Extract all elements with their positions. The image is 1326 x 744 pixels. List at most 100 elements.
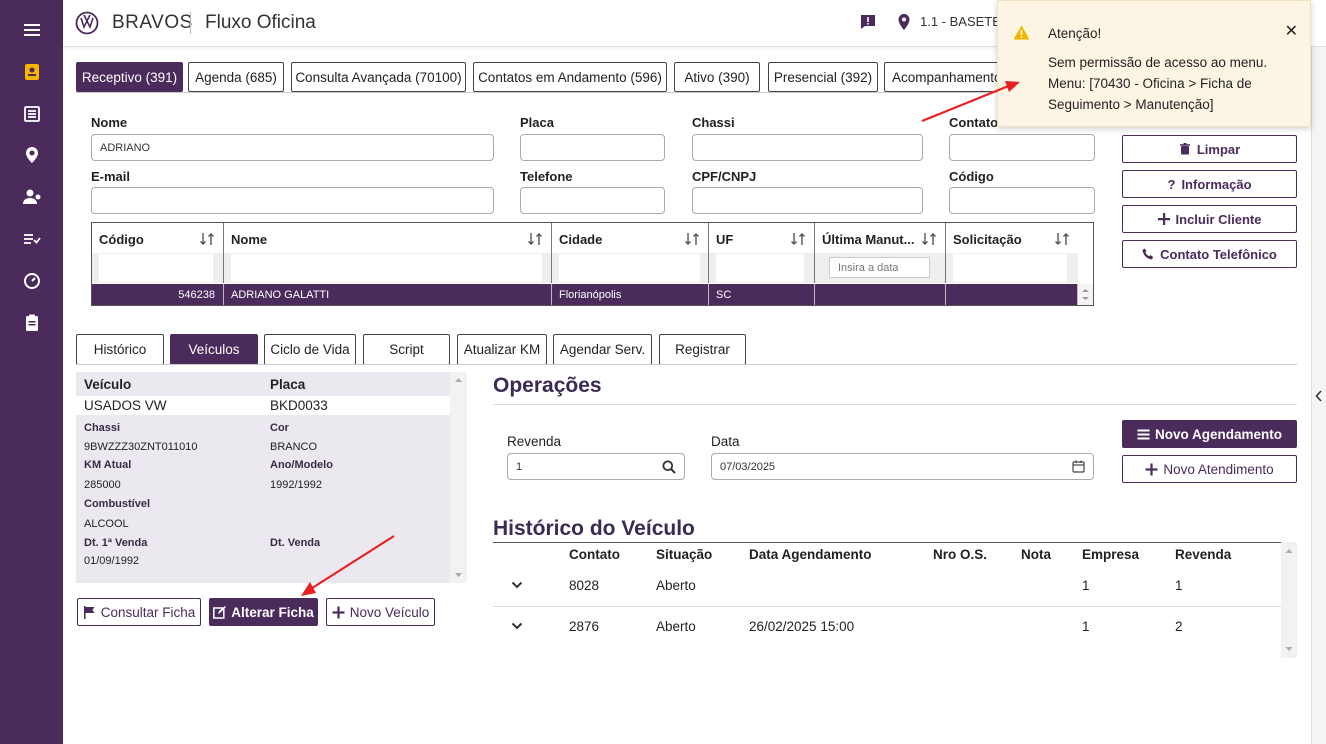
sort-icon[interactable] xyxy=(921,231,937,247)
sort-icon[interactable] xyxy=(527,231,543,247)
sort-icon[interactable] xyxy=(790,231,806,247)
chevron-down-icon[interactable] xyxy=(511,620,523,632)
col-nome-header[interactable]: Nome xyxy=(224,223,552,255)
alterar-ficha-button[interactable]: Alterar Ficha xyxy=(209,598,318,626)
hist-col-data[interactable]: Data Agendamento xyxy=(749,547,872,562)
novo-agendamento-button[interactable]: Novo Agendamento xyxy=(1122,420,1297,448)
col-solicitacao-header[interactable]: Solicitação xyxy=(946,223,1078,255)
filter-uf-input[interactable] xyxy=(715,253,805,283)
scroll-arrows-icon xyxy=(1285,549,1293,651)
contato-telefonico-button[interactable]: Contato Telefônico xyxy=(1122,240,1297,268)
subtab-script[interactable]: Script xyxy=(363,334,450,365)
novo-veiculo-button[interactable]: Novo Veículo xyxy=(326,598,435,626)
table-row[interactable]: 2876 Aberto 26/02/2025 15:00 1 2 xyxy=(493,607,1281,650)
row-cidade[interactable]: Florianópolis xyxy=(552,284,709,305)
close-icon[interactable]: ✕ xyxy=(1285,21,1298,41)
data-input[interactable]: 07/03/2025 xyxy=(711,453,1094,480)
subtab-agendar-serv[interactable]: Agendar Serv. xyxy=(553,334,652,365)
col-uf-header[interactable]: UF xyxy=(709,223,815,255)
subtabs-divider xyxy=(76,364,1297,365)
telefone-input[interactable] xyxy=(520,187,665,214)
hist-col-os[interactable]: Nro O.S. xyxy=(933,547,987,562)
tab-ativo[interactable]: Ativo (390) xyxy=(674,62,760,92)
tasks-check-icon[interactable] xyxy=(0,219,63,259)
search-icon[interactable] xyxy=(662,460,676,474)
hist-col-contato[interactable]: Contato xyxy=(569,547,620,562)
chassi-input[interactable] xyxy=(692,134,923,161)
hist-col-empresa[interactable]: Empresa xyxy=(1082,547,1139,562)
subtab-ciclo-vida[interactable]: Ciclo de Vida xyxy=(264,334,356,365)
sort-icon[interactable] xyxy=(199,231,215,247)
users-settings-icon[interactable] xyxy=(0,177,63,217)
dt-venda-label: Dt. Venda xyxy=(270,537,321,549)
limpar-button[interactable]: Limpar xyxy=(1122,135,1297,163)
grid-scrollbar[interactable] xyxy=(1078,284,1093,305)
revenda-input[interactable]: 1 xyxy=(507,453,685,480)
tab-contatos-andamento[interactable]: Contatos em Andamento (596) xyxy=(473,62,667,92)
col-cidade-header[interactable]: Cidade xyxy=(552,223,709,255)
row-solicitacao[interactable] xyxy=(946,284,1078,305)
codigo-input[interactable] xyxy=(949,187,1095,214)
dt-primeira-venda-value: 01/09/1992 xyxy=(84,555,140,567)
col-codigo-header[interactable]: Código xyxy=(92,223,224,255)
clipboard-icon[interactable] xyxy=(0,303,63,343)
hist-col-situacao[interactable]: Situação xyxy=(656,547,712,562)
historico-scrollbar[interactable] xyxy=(1281,542,1297,658)
hist-contato: 8028 xyxy=(569,578,600,593)
filter-solicitacao-input[interactable] xyxy=(952,253,1068,283)
plus-icon xyxy=(332,606,345,618)
nome-input[interactable]: ADRIANO xyxy=(91,134,494,161)
informacao-button[interactable]: ? Informação xyxy=(1122,170,1297,198)
placa-input[interactable] xyxy=(520,134,665,161)
col-cidade-text: Cidade xyxy=(559,231,603,247)
vehicle-scrollbar[interactable] xyxy=(450,372,467,583)
col-nome-text: Nome xyxy=(231,231,268,247)
tab-acompanhamento[interactable]: Acompanhamento xyxy=(884,62,1009,92)
list-icon[interactable] xyxy=(0,94,63,134)
filter-nome-input[interactable] xyxy=(230,253,543,283)
contact-book-icon[interactable] xyxy=(0,52,63,92)
sort-icon[interactable] xyxy=(684,231,700,247)
calendar-icon[interactable] xyxy=(1072,460,1085,473)
email-input[interactable] xyxy=(91,187,494,214)
location-icon[interactable] xyxy=(0,135,63,175)
historico-table-header: Contato Situação Data Agendamento Nro O.… xyxy=(493,542,1281,564)
row-codigo[interactable]: 546238 xyxy=(92,284,224,305)
tab-receptivo[interactable]: Receptivo (391) xyxy=(76,62,183,92)
novo-agendamento-label: Novo Agendamento xyxy=(1154,426,1282,442)
filter-cidade-input[interactable] xyxy=(558,253,701,283)
table-row[interactable]: 8028 Aberto 1 1 xyxy=(493,564,1281,607)
right-collapse-strip[interactable] xyxy=(1311,47,1326,744)
toast-message: Sem permissão de acesso ao menu. Menu: [… xyxy=(1048,55,1268,112)
subtab-veiculos[interactable]: Veículos xyxy=(170,334,258,365)
filter-codigo-input[interactable] xyxy=(98,253,214,283)
incluir-cliente-button[interactable]: Incluir Cliente xyxy=(1122,205,1297,233)
chevron-left-icon[interactable] xyxy=(1315,390,1323,402)
row-ultima[interactable] xyxy=(815,284,946,305)
contato-input[interactable] xyxy=(949,134,1095,161)
tab-presencial[interactable]: Presencial (392) xyxy=(768,62,878,92)
filter-uf xyxy=(709,253,815,283)
plus-icon xyxy=(1145,463,1158,475)
sort-icon[interactable] xyxy=(1054,231,1070,247)
tab-agenda[interactable]: Agenda (685) xyxy=(188,62,284,92)
subtab-historico[interactable]: Histórico xyxy=(76,334,164,365)
subtab-atualizar-km[interactable]: Atualizar KM xyxy=(457,334,547,365)
alert-message-icon[interactable] xyxy=(859,13,877,31)
hist-col-revenda[interactable]: Revenda xyxy=(1175,547,1231,562)
novo-atendimento-button[interactable]: Novo Atendimento xyxy=(1122,455,1297,483)
data-value: 07/03/2025 xyxy=(720,460,776,473)
cpf-input[interactable] xyxy=(692,187,923,214)
filter-date-input[interactable]: Insira a data xyxy=(829,257,930,278)
tab-consulta-avancada[interactable]: Consulta Avançada (70100) xyxy=(291,62,466,92)
menu-icon[interactable] xyxy=(0,10,63,50)
speedometer-icon[interactable] xyxy=(0,261,63,301)
col-ultima-manut-header[interactable]: Última Manut... xyxy=(815,223,946,255)
veiculo-value: USADOS VW xyxy=(84,398,167,413)
chevron-down-icon[interactable] xyxy=(511,579,523,591)
row-nome[interactable]: ADRIANO GALATTI xyxy=(224,284,552,305)
consultar-ficha-button[interactable]: Consultar Ficha xyxy=(77,598,201,626)
hist-col-nota[interactable]: Nota xyxy=(1021,547,1051,562)
subtab-registrar[interactable]: Registrar xyxy=(659,334,746,365)
row-uf[interactable]: SC xyxy=(709,284,815,305)
